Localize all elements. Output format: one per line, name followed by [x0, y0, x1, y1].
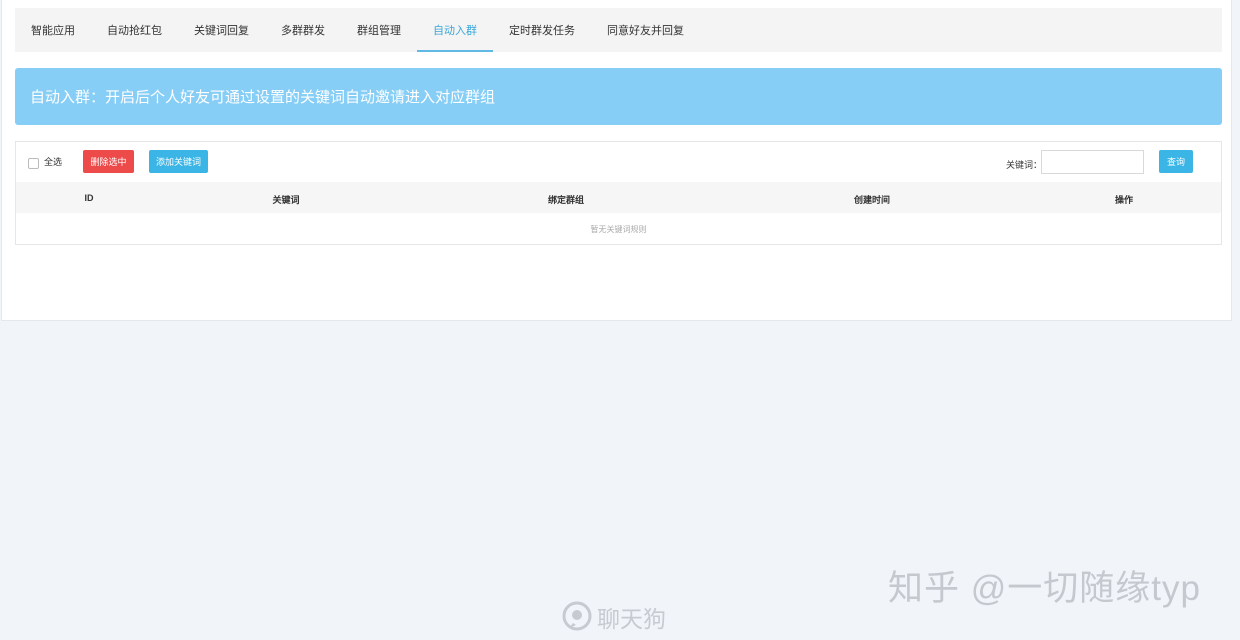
delete-selected-button[interactable]: 删除选中: [83, 150, 134, 173]
tab-accept-friend-reply[interactable]: 同意好友并回复: [591, 8, 700, 52]
select-all-label[interactable]: 全选: [44, 155, 62, 168]
column-header-bound-group: 绑定群组: [547, 195, 585, 205]
column-header-created-time: 创建时间: [853, 195, 891, 205]
info-banner: 自动入群：开启后个人好友可通过设置的关键词自动邀请进入对应群组: [15, 68, 1222, 125]
empty-text: 暂无关键词规则: [590, 224, 647, 234]
column-header-id: ID: [84, 193, 94, 203]
chat-dog-logo-icon: [562, 601, 592, 631]
select-all-checkbox[interactable]: [28, 158, 39, 169]
keyword-search-label: 关键词：: [1006, 160, 1043, 170]
column-header-keyword: 关键词: [272, 195, 300, 205]
tab-scheduled-broadcast[interactable]: 定时群发任务: [493, 8, 591, 52]
main-panel: 智能应用 自动抢红包 关键词回复 多群群发 群组管理 自动入群 定时群发任务 同…: [1, 0, 1232, 321]
zhihu-watermark: 知乎 @一切随缘typ: [888, 569, 1201, 608]
table-header: ID 关键词 绑定群组 创建时间 操作: [16, 182, 1221, 213]
column-header-actions: 操作: [1114, 195, 1134, 205]
tab-auto-red-packet[interactable]: 自动抢红包: [91, 8, 178, 52]
tab-auto-join-group[interactable]: 自动入群: [417, 8, 493, 52]
toolbar: 全选 删除选中 添加关键词 关键词： 查询: [16, 142, 1221, 182]
keyword-rules-box: 全选 删除选中 添加关键词 关键词： 查询 ID 关键词 绑定群组 创建时间 操…: [15, 141, 1222, 245]
keyword-search-input[interactable]: [1041, 150, 1144, 174]
banner-text: 自动入群：开启后个人好友可通过设置的关键词自动邀请进入对应群组: [30, 89, 496, 106]
tab-bar: 智能应用 自动抢红包 关键词回复 多群群发 群组管理 自动入群 定时群发任务 同…: [15, 8, 1222, 52]
liaotiangou-text: 聊天狗: [597, 606, 666, 632]
tab-group-management[interactable]: 群组管理: [341, 8, 417, 52]
tab-smart-apps[interactable]: 智能应用: [15, 8, 91, 52]
add-keyword-button[interactable]: 添加关键词: [149, 150, 208, 173]
liaotiangou-watermark: 聊天狗: [561, 600, 666, 634]
tab-keyword-reply[interactable]: 关键词回复: [178, 8, 265, 52]
tab-multi-group-broadcast[interactable]: 多群群发: [265, 8, 341, 52]
table-empty-state: 暂无关键词规则: [16, 213, 1221, 245]
search-button[interactable]: 查询: [1159, 150, 1193, 173]
